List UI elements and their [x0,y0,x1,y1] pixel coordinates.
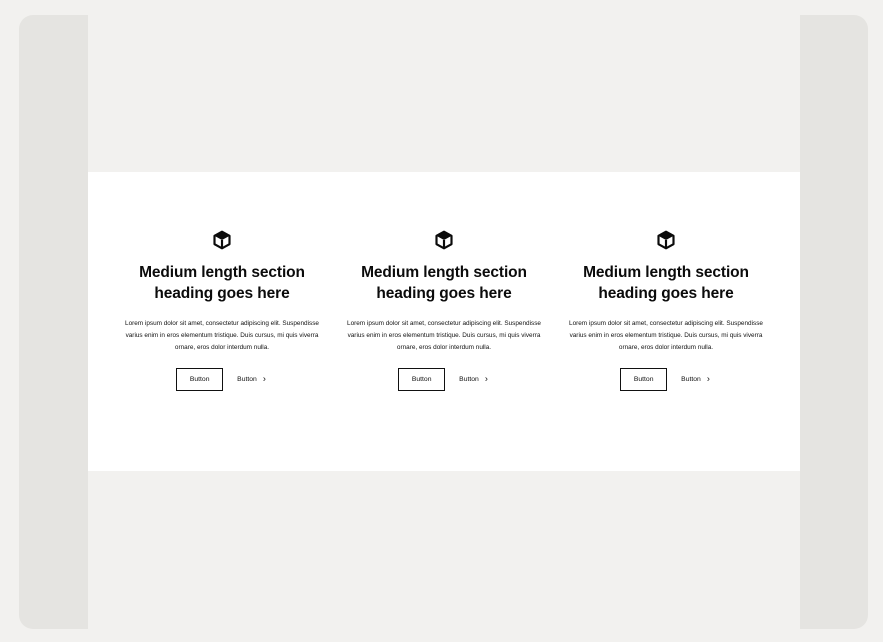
primary-button[interactable]: Button [176,368,224,391]
preview-frame: Medium length section heading goes here … [19,15,868,629]
secondary-link-button[interactable]: Button › [235,373,268,384]
section-heading: Medium length section heading goes here [139,264,305,302]
feature-columns: Medium length section heading goes here … [122,230,766,391]
cube-icon [435,230,453,250]
primary-button[interactable]: Button [398,368,446,391]
secondary-button-label: Button [237,376,257,383]
feature-column: Medium length section heading goes here … [566,230,766,391]
secondary-link-button[interactable]: Button › [679,373,712,384]
section-heading: Medium length section heading goes here [361,264,527,302]
feature-section: Medium length section heading goes here … [88,172,800,471]
button-group: Button Button › [620,368,712,391]
section-body-text: Lorem ipsum dolor sit amet, consectetur … [569,320,763,351]
secondary-button-label: Button [459,376,479,383]
button-group: Button Button › [398,368,490,391]
primary-button[interactable]: Button [620,368,668,391]
chevron-right-icon: › [706,373,710,384]
feature-column: Medium length section heading goes here … [344,230,544,391]
feature-column: Medium length section heading goes here … [122,230,322,391]
page-canvas: Medium length section heading goes here … [88,15,800,629]
cube-icon [657,230,675,250]
section-body-text: Lorem ipsum dolor sit amet, consectetur … [125,320,319,351]
secondary-button-label: Button [681,376,701,383]
cube-icon [213,230,231,250]
chevron-right-icon: › [484,373,488,384]
secondary-link-button[interactable]: Button › [457,373,490,384]
button-group: Button Button › [176,368,268,391]
section-body-text: Lorem ipsum dolor sit amet, consectetur … [347,320,541,351]
chevron-right-icon: › [262,373,266,384]
section-heading: Medium length section heading goes here [583,264,749,302]
